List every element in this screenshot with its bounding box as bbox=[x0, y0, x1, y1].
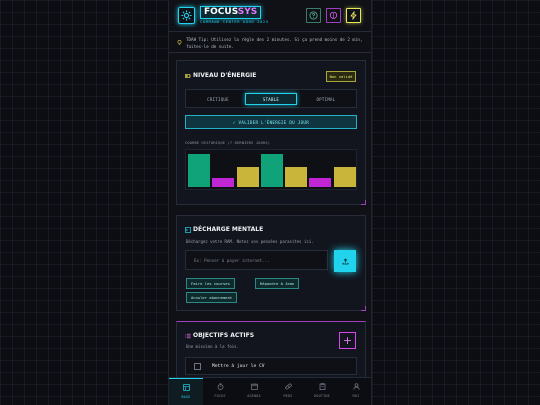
bottom-nav: BASE FOCUS AGENDA MEDS ROUTINE MOI bbox=[169, 377, 371, 405]
nav-label: MOI bbox=[352, 394, 360, 398]
history-bar bbox=[333, 167, 356, 187]
brand-accent: SYS bbox=[237, 7, 258, 17]
nav-item-routine[interactable]: ROUTINE bbox=[305, 378, 339, 405]
dashboard-icon bbox=[182, 384, 190, 391]
validate-energy-button[interactable]: ✓ VALIDER L'ÉNERGIE DU JOUR bbox=[185, 115, 357, 129]
thought-input[interactable]: Ex: Penser à payer internet... bbox=[185, 250, 328, 270]
battery-icon bbox=[185, 74, 191, 78]
tip-banner: TDAH Tip: Utilisez la règle des 2 minute… bbox=[169, 33, 371, 53]
nav-item-meds[interactable]: MEDS bbox=[271, 378, 305, 405]
timer-icon bbox=[217, 383, 223, 390]
bolt-icon bbox=[350, 11, 357, 20]
help-button[interactable] bbox=[306, 8, 321, 23]
list-icon bbox=[185, 333, 191, 339]
nav-label: ROUTINE bbox=[314, 394, 330, 398]
energy-option-optimal[interactable]: OPTIMAL bbox=[300, 93, 352, 105]
nav-label: FOCUS bbox=[214, 394, 226, 398]
corner-accent bbox=[361, 306, 366, 311]
calendar-icon bbox=[250, 383, 258, 390]
energy-card: NIVEAU D'ÉNERGIE Non validé CRITIQUE STA… bbox=[176, 60, 366, 205]
history-bar bbox=[309, 178, 332, 187]
app-title: FOCUSSYS bbox=[200, 6, 262, 19]
user-icon bbox=[352, 383, 360, 390]
objectives-subtitle: Une mission à la fois. bbox=[186, 344, 239, 349]
history-bar bbox=[260, 154, 283, 187]
history-chart bbox=[185, 149, 357, 190]
top-bar: FOCUSSYS COMMAND CENTER ADHD 2025 bbox=[169, 0, 371, 32]
history-bar bbox=[212, 178, 235, 187]
logo-icon bbox=[178, 7, 195, 24]
nav-item-focus[interactable]: FOCUS bbox=[203, 378, 237, 405]
terminal-icon bbox=[185, 227, 191, 233]
upload-icon bbox=[342, 257, 348, 264]
pill-icon bbox=[284, 383, 292, 390]
thought-chip[interactable]: Répondre à Jean bbox=[255, 278, 300, 289]
energy-option-stable[interactable]: STABLE bbox=[245, 93, 297, 105]
submit-thought-button[interactable] bbox=[334, 250, 356, 272]
app-tagline: COMMAND CENTER ADHD 2025 bbox=[200, 20, 269, 24]
energy-button[interactable] bbox=[346, 8, 361, 23]
brain-icon bbox=[329, 12, 338, 19]
thought-chip[interactable]: Annuler abonnement bbox=[186, 292, 238, 303]
status-badge: Non validé bbox=[326, 71, 356, 82]
add-objective-button[interactable]: + bbox=[339, 332, 356, 349]
clipboard-icon bbox=[319, 383, 325, 390]
history-bar bbox=[236, 167, 259, 187]
mental-dump-card: DÉCHARGE MENTALE Déchargez votre RAM. No… bbox=[176, 215, 366, 311]
app-frame: FOCUSSYS COMMAND CENTER ADHD 2025 TDAH T… bbox=[168, 0, 372, 405]
corner-accent bbox=[361, 200, 366, 205]
history-bar bbox=[188, 154, 210, 187]
task-checkbox[interactable] bbox=[194, 363, 201, 370]
mental-subtitle: Déchargez votre RAM. Notez vos pensées p… bbox=[186, 239, 314, 244]
brand-main: FOCUS bbox=[204, 7, 238, 17]
energy-option-critique[interactable]: CRITIQUE bbox=[192, 93, 244, 105]
nav-item-base[interactable]: BASE bbox=[169, 378, 203, 405]
tip-text: TDAH Tip: Utilisez la règle des 2 minute… bbox=[186, 37, 363, 49]
nav-label: BASE bbox=[181, 395, 191, 399]
question-icon bbox=[309, 11, 318, 20]
lightbulb-icon bbox=[177, 40, 182, 45]
mental-title: DÉCHARGE MENTALE bbox=[193, 226, 264, 233]
nav-label: MEDS bbox=[283, 394, 293, 398]
task-item[interactable]: Mettre à jour le CV bbox=[185, 357, 357, 375]
brain-button[interactable] bbox=[326, 8, 341, 23]
nav-label: AGENDA bbox=[247, 394, 261, 398]
nav-item-agenda[interactable]: AGENDA bbox=[237, 378, 271, 405]
nav-item-moi[interactable]: MOI bbox=[339, 378, 371, 405]
history-label: COURBE HISTORIQUE (7 DERNIERS JOURS) bbox=[185, 141, 271, 145]
objectives-title: OBJECTIFS ACTIFS bbox=[193, 332, 255, 339]
history-bar bbox=[285, 167, 308, 187]
energy-selector: CRITIQUE STABLE OPTIMAL bbox=[185, 89, 357, 108]
plus-icon: + bbox=[342, 334, 353, 347]
task-title: Mettre à jour le CV bbox=[212, 364, 265, 369]
thought-chip[interactable]: Faire les courses bbox=[186, 278, 235, 289]
energy-title: NIVEAU D'ÉNERGIE bbox=[193, 72, 257, 79]
